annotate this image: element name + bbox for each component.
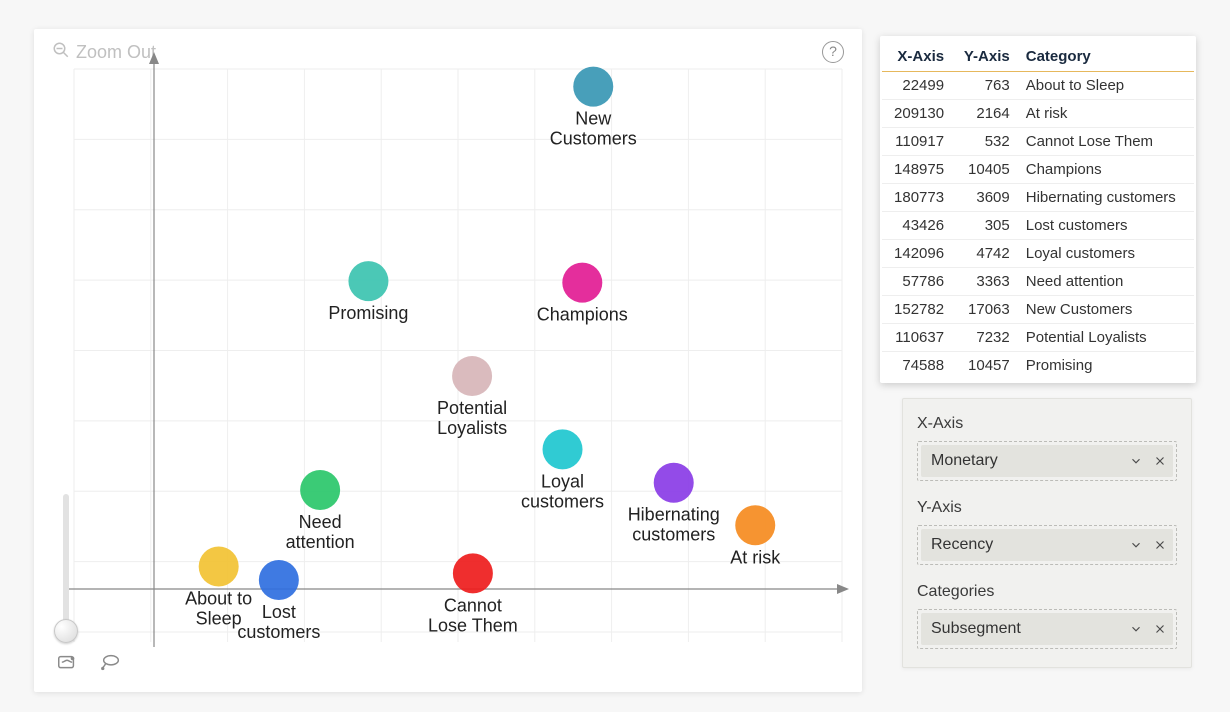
field-pill-x[interactable]: Monetary: [921, 445, 1173, 477]
cell-x: 142096: [882, 240, 952, 268]
chevron-down-icon[interactable]: [1129, 622, 1143, 636]
bubble-lost-customers[interactable]: [259, 560, 299, 600]
table-row[interactable]: 22499763About to Sleep: [882, 72, 1194, 100]
bubble-promising[interactable]: [348, 261, 388, 301]
cell-y: 4742: [952, 240, 1018, 268]
table-row[interactable]: 577863363Need attention: [882, 268, 1194, 296]
cell-y: 305: [952, 212, 1018, 240]
cell-x: 209130: [882, 100, 952, 128]
cell-y: 10457: [952, 352, 1018, 380]
chevron-down-icon[interactable]: [1129, 538, 1143, 552]
cell-x: 152782: [882, 296, 952, 324]
cell-cat: About to Sleep: [1018, 72, 1194, 100]
field-slot-cat[interactable]: Subsegment: [917, 609, 1177, 649]
remove-y-icon[interactable]: [1153, 538, 1167, 552]
cell-cat: Promising: [1018, 352, 1194, 380]
cell-x: 57786: [882, 268, 952, 296]
remove-x-icon[interactable]: [1153, 454, 1167, 468]
cell-x: 43426: [882, 212, 952, 240]
timeline-slider-track[interactable]: [63, 494, 69, 634]
cell-x: 110917: [882, 128, 952, 156]
bubble-label: Hibernatingcustomers: [628, 505, 720, 545]
cell-cat: Cannot Lose Them: [1018, 128, 1194, 156]
field-slot-x[interactable]: Monetary: [917, 441, 1177, 481]
cell-y: 763: [952, 72, 1018, 100]
bubble-need-attention[interactable]: [300, 470, 340, 510]
cell-y: 3609: [952, 184, 1018, 212]
timeline-slider-handle[interactable]: [54, 619, 78, 643]
field-label-x: X-Axis: [917, 415, 1177, 433]
table-row[interactable]: 15278217063New Customers: [882, 296, 1194, 324]
field-well-x: X-Axis Monetary: [917, 415, 1177, 481]
table-row[interactable]: 7458810457Promising: [882, 352, 1194, 380]
remove-cat-icon[interactable]: [1153, 622, 1167, 636]
annotation-tool-icon[interactable]: [56, 652, 78, 674]
bubble-label: At risk: [730, 547, 781, 567]
bubble-label: Loyalcustomers: [521, 471, 604, 511]
table-row[interactable]: 110917532Cannot Lose Them: [882, 128, 1194, 156]
bubble-label: CannotLose Them: [428, 595, 518, 635]
fields-panel: X-Axis Monetary Y-Axis: [902, 398, 1192, 668]
col-y[interactable]: Y-Axis: [952, 40, 1018, 72]
col-cat[interactable]: Category: [1018, 40, 1194, 72]
table-row[interactable]: 43426305Lost customers: [882, 212, 1194, 240]
lasso-tool-icon[interactable]: [100, 652, 122, 674]
field-well-y: Y-Axis Recency: [917, 499, 1177, 565]
chart-card: Zoom Out ? About toSleepAt riskCannotLos…: [34, 29, 862, 692]
cell-y: 3363: [952, 268, 1018, 296]
field-label-cat: Categories: [917, 583, 1177, 601]
table-row[interactable]: 2091302164At risk: [882, 100, 1194, 128]
bubble-label: Champions: [537, 305, 628, 325]
bubble-at-risk[interactable]: [735, 505, 775, 545]
col-x[interactable]: X-Axis: [882, 40, 952, 72]
cell-y: 7232: [952, 324, 1018, 352]
bubble-label: NewCustomers: [550, 109, 637, 149]
bubble-label: Promising: [328, 303, 408, 323]
cell-cat: Potential Loyalists: [1018, 324, 1194, 352]
field-pill-y[interactable]: Recency: [921, 529, 1173, 561]
cell-x: 148975: [882, 156, 952, 184]
cell-y: 2164: [952, 100, 1018, 128]
field-well-cat: Categories Subsegment: [917, 583, 1177, 649]
cell-x: 180773: [882, 184, 952, 212]
bubble-new-customers[interactable]: [573, 67, 613, 107]
bubble-about-to-sleep[interactable]: [199, 547, 239, 587]
field-slot-y[interactable]: Recency: [917, 525, 1177, 565]
chevron-down-icon[interactable]: [1129, 454, 1143, 468]
cell-cat: Champions: [1018, 156, 1194, 184]
table-row[interactable]: 1807733609Hibernating customers: [882, 184, 1194, 212]
field-pill-y-text: Recency: [931, 536, 993, 554]
field-pill-x-text: Monetary: [931, 452, 998, 470]
bubble-label: PotentialLoyalists: [437, 398, 507, 438]
cell-x: 22499: [882, 72, 952, 100]
cell-cat: At risk: [1018, 100, 1194, 128]
bubble-loyal-customers[interactable]: [543, 429, 583, 469]
table-row[interactable]: 1420964742Loyal customers: [882, 240, 1194, 268]
cell-y: 532: [952, 128, 1018, 156]
table-row[interactable]: 14897510405Champions: [882, 156, 1194, 184]
table-header-row: X-Axis Y-Axis Category: [882, 40, 1194, 72]
cell-y: 10405: [952, 156, 1018, 184]
field-pill-cat-text: Subsegment: [931, 620, 1021, 638]
bubble-cannot-lose-them[interactable]: [453, 553, 493, 593]
cell-y: 17063: [952, 296, 1018, 324]
cell-cat: Need attention: [1018, 268, 1194, 296]
bubble-label: Needattention: [286, 512, 355, 552]
bubble-hibernating-customers[interactable]: [654, 463, 694, 503]
cell-cat: Loyal customers: [1018, 240, 1194, 268]
cell-cat: New Customers: [1018, 296, 1194, 324]
bubble-potential-loyalists[interactable]: [452, 356, 492, 396]
scatter-plot[interactable]: About toSleepAt riskCannotLose ThemChamp…: [54, 49, 852, 652]
field-pill-cat[interactable]: Subsegment: [921, 613, 1173, 645]
bubble-champions[interactable]: [562, 263, 602, 303]
cell-x: 110637: [882, 324, 952, 352]
field-label-y: Y-Axis: [917, 499, 1177, 517]
cell-cat: Lost customers: [1018, 212, 1194, 240]
table-row[interactable]: 1106377232Potential Loyalists: [882, 324, 1194, 352]
cell-x: 74588: [882, 352, 952, 380]
cell-cat: Hibernating customers: [1018, 184, 1194, 212]
data-table: X-Axis Y-Axis Category 22499763About to …: [880, 36, 1196, 383]
